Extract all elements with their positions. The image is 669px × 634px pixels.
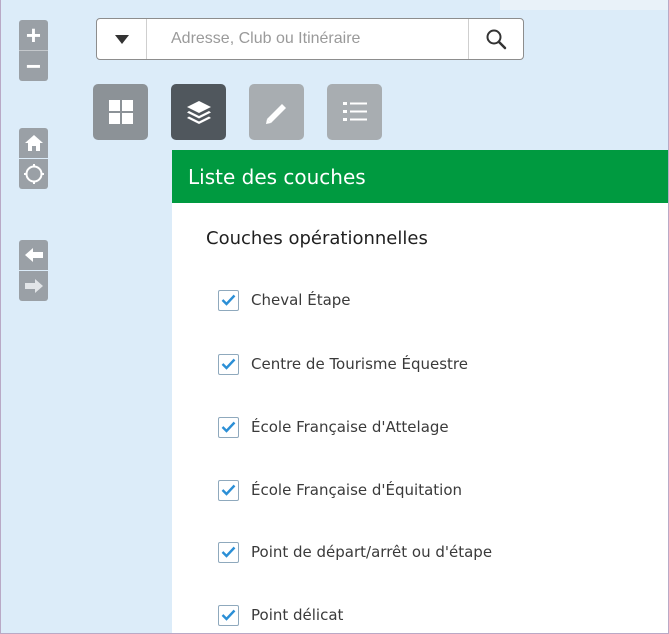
minus-icon: − — [25, 51, 42, 81]
layer-label: Cheval Étape — [251, 291, 351, 309]
layer-item[interactable]: École Française d'Équitation — [218, 476, 462, 504]
arrow-left-icon — [24, 248, 43, 262]
list-icon — [342, 102, 367, 121]
layer-item[interactable]: École Française d'Attelage — [218, 413, 449, 441]
layer-checkbox[interactable] — [218, 479, 239, 501]
arrow-right-icon — [24, 279, 43, 293]
grid-icon — [108, 100, 133, 124]
layer-item[interactable]: Point délicat — [218, 601, 343, 629]
map-top-strip — [500, 0, 669, 10]
locate-button[interactable] — [19, 159, 48, 189]
zoom-out-button[interactable]: − — [19, 51, 48, 81]
panel-subtitle: Couches opérationnelles — [206, 228, 428, 249]
layer-label: Centre de Tourisme Équestre — [251, 355, 468, 373]
checkmark-icon — [221, 609, 236, 621]
next-extent-button[interactable] — [19, 271, 48, 301]
layer-checkbox[interactable] — [218, 416, 239, 438]
layer-checkbox[interactable] — [218, 353, 239, 375]
checkmark-icon — [221, 546, 236, 558]
locate-icon — [23, 164, 44, 184]
search-source-dropdown[interactable] — [97, 19, 147, 59]
layer-item[interactable]: Cheval Étape — [218, 286, 351, 314]
layer-checkbox[interactable] — [218, 289, 239, 311]
checkmark-icon — [221, 484, 236, 496]
caret-down-icon — [114, 34, 129, 44]
layer-label: École Française d'Équitation — [251, 481, 463, 499]
search-bar — [96, 18, 524, 60]
search-button[interactable] — [468, 19, 523, 59]
layer-item[interactable]: Centre de Tourisme Équestre — [218, 350, 468, 378]
plus-icon: + — [25, 20, 42, 50]
layers-icon — [186, 101, 211, 124]
panel-title: Liste des couches — [188, 164, 366, 189]
panel-header: Liste des couches — [172, 150, 669, 203]
layer-label: École Française d'Attelage — [251, 418, 449, 436]
legend-button[interactable] — [327, 84, 382, 140]
layer-checkbox[interactable] — [218, 604, 239, 626]
layer-checkbox[interactable] — [218, 541, 239, 563]
zoom-in-button[interactable]: + — [19, 20, 48, 50]
search-icon — [486, 29, 507, 50]
layer-list-button[interactable] — [171, 84, 226, 140]
checkmark-icon — [221, 358, 236, 370]
ruler-icon — [265, 104, 286, 124]
checkmark-icon — [221, 421, 236, 433]
home-button[interactable] — [19, 128, 48, 158]
basemap-gallery-button[interactable] — [93, 84, 148, 140]
checkmark-icon — [221, 294, 236, 306]
layer-list-panel: Liste des couches Couches opérationnelle… — [172, 150, 669, 634]
previous-extent-button[interactable] — [19, 240, 48, 270]
layer-label: Point de départ/arrêt ou d'étape — [251, 543, 493, 561]
measurement-button[interactable] — [249, 84, 304, 140]
layer-item[interactable]: Point de départ/arrêt ou d'étape — [218, 538, 492, 566]
search-input[interactable] — [149, 19, 469, 59]
layer-label: Point délicat — [251, 606, 344, 624]
home-icon — [24, 135, 43, 151]
